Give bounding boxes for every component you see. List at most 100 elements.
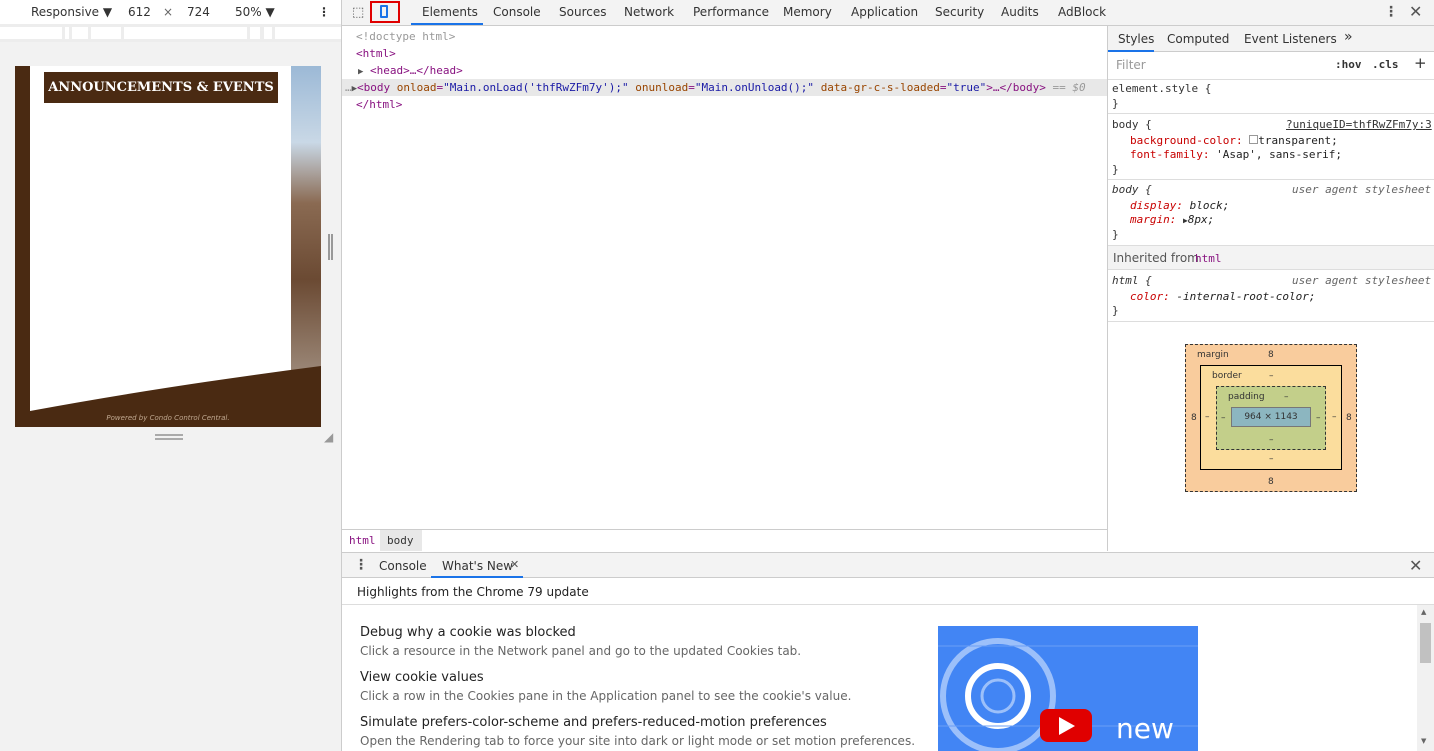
whats-new-video-thumbnail[interactable]: new	[938, 626, 1198, 751]
box-model-padding[interactable]: padding – – – – 964 × 1143	[1216, 386, 1326, 450]
tab-console[interactable]: Console	[493, 5, 541, 19]
device-toolbar: Responsive ▼ 612 × 724 50% ▼ ⋮	[0, 0, 341, 24]
building-photo	[291, 66, 321, 371]
scrollbar-thumb[interactable]	[1420, 623, 1431, 663]
scroll-up-icon[interactable]: ▲	[1421, 608, 1426, 616]
news-title-1[interactable]: Debug why a cookie was blocked	[360, 625, 576, 640]
page-preview[interactable]: ANNOUNCEMENTS & EVENTS Powered by Condo …	[15, 66, 321, 427]
close-whats-new-icon[interactable]: ✕	[510, 558, 519, 571]
row-ellipsis-icon[interactable]: …	[345, 81, 352, 94]
height-input[interactable]: 724	[177, 3, 217, 21]
font-family-decl[interactable]: font-family: 'Asap', sans-serif;	[1130, 148, 1342, 161]
drawer-tab-bar: ⋮ Console What's New ✕ ✕	[342, 552, 1434, 578]
more-tabs-icon[interactable]: »	[1344, 29, 1353, 45]
filter-input[interactable]: Filter	[1110, 55, 1324, 75]
tab-elements[interactable]: Elements	[422, 5, 478, 19]
tab-application[interactable]: Application	[851, 5, 918, 19]
inspect-element-icon[interactable]: ⬚	[352, 5, 364, 20]
html-close-node[interactable]: </html>	[356, 98, 402, 111]
tab-performance[interactable]: Performance	[693, 5, 769, 19]
customize-menu-icon[interactable]: ⋮	[1384, 4, 1398, 20]
whats-new-heading: Highlights from the Chrome 79 update	[357, 585, 589, 599]
tab-audits[interactable]: Audits	[1001, 5, 1039, 19]
tab-memory[interactable]: Memory	[783, 5, 832, 19]
scroll-down-icon[interactable]: ▼	[1421, 737, 1426, 745]
ua-html-source: user agent stylesheet	[1292, 274, 1432, 287]
media-query-ruler[interactable]	[0, 24, 341, 42]
element-style-rule[interactable]: element.style {	[1112, 82, 1211, 95]
display-decl: display: block;	[1130, 199, 1230, 212]
active-tab-indicator	[411, 23, 483, 25]
video-new-text: new	[1116, 712, 1174, 745]
bg-color-decl[interactable]: background-color: transparent;	[1130, 134, 1338, 147]
color-decl: color: -internal-root-color;	[1130, 290, 1316, 303]
ua-html-close: }	[1112, 304, 1119, 317]
filter-divider	[1108, 79, 1434, 80]
close-drawer-icon[interactable]: ✕	[1409, 556, 1422, 575]
news-title-3[interactable]: Simulate prefers-color-scheme and prefer…	[360, 715, 827, 730]
tab-sources[interactable]: Sources	[559, 5, 606, 19]
box-model-content[interactable]: 964 × 1143	[1231, 407, 1311, 427]
head-node[interactable]: ▶ <head>…</head>	[358, 64, 463, 77]
news-desc-1: Click a resource in the Network panel an…	[360, 644, 802, 658]
rule-divider-1	[1108, 113, 1434, 114]
crumb-body[interactable]: body	[387, 534, 414, 547]
breadcrumb: html body	[342, 529, 1107, 551]
expand-head-icon[interactable]: ▶	[358, 67, 363, 77]
new-rule-icon[interactable]: +	[1414, 54, 1427, 72]
elements-tree: <!doctype html> <html> ▶ <head>…</head> …	[342, 26, 1107, 529]
zoom-select[interactable]: 50% ▼	[235, 5, 275, 19]
tab-network[interactable]: Network	[624, 5, 674, 19]
ua-html-selector: html {	[1112, 274, 1152, 287]
device-icon	[380, 5, 388, 18]
play-icon	[1059, 717, 1075, 735]
cls-toggle[interactable]: .cls	[1372, 58, 1399, 71]
tab-adblock[interactable]: AdBlock	[1058, 5, 1106, 19]
drawer-scrollbar[interactable]: ▲ ▼	[1417, 605, 1434, 751]
rule-divider-3	[1108, 321, 1434, 322]
body-rule-selector[interactable]: body {	[1112, 118, 1152, 131]
times-sign: ×	[163, 5, 174, 19]
whats-new-header: Highlights from the Chrome 79 update	[342, 578, 1434, 605]
doctype-node[interactable]: <!doctype html>	[356, 30, 455, 43]
bottom-resize-handle[interactable]	[155, 434, 183, 440]
ua-body-selector: body {	[1112, 183, 1152, 196]
tab-security[interactable]: Security	[935, 5, 984, 19]
device-toolbar-toggle[interactable]	[370, 1, 400, 23]
body-rule-source-link[interactable]: ?uniqueID=thfRwZFm7y:3	[1286, 118, 1432, 131]
styles-active-indicator	[1108, 50, 1154, 52]
announcements-banner: ANNOUNCEMENTS & EVENTS	[44, 72, 278, 103]
ua-body-close: }	[1112, 228, 1119, 241]
rule-divider-2	[1108, 179, 1434, 180]
drawer-menu-icon[interactable]: ⋮	[354, 557, 368, 573]
hov-toggle[interactable]: :hov	[1335, 58, 1362, 71]
drawer-tab-whats-new[interactable]: What's New	[442, 559, 513, 573]
drawer-tab-console[interactable]: Console	[379, 559, 427, 573]
whats-new-body: Debug why a cookie was blocked Click a r…	[342, 605, 1434, 751]
corner-resize-icon[interactable]: ◢	[324, 430, 333, 444]
width-input[interactable]: 612	[118, 3, 154, 21]
more-options-icon[interactable]: ⋮	[318, 5, 330, 19]
ua-body-source: user agent stylesheet	[1292, 183, 1432, 196]
devtools-tab-bar: ⬚ Elements Console Sources Network Perfo…	[342, 0, 1434, 26]
box-model-margin[interactable]: margin 8 8 8 8 border – – – – padding – …	[1185, 344, 1357, 492]
crumb-html[interactable]: html	[349, 534, 376, 547]
news-desc-3: Open the Rendering tab to force your sit…	[360, 734, 916, 748]
html-open-node[interactable]: <html>	[356, 47, 396, 60]
styles-subtabs: Styles Computed Event Listeners »	[1108, 26, 1434, 52]
styles-pane: Styles Computed Event Listeners » Filter…	[1107, 26, 1434, 551]
play-button[interactable]	[1040, 709, 1092, 742]
right-resize-handle[interactable]	[328, 234, 333, 260]
box-model-border[interactable]: border – – – – padding – – – – 964 × 114…	[1200, 365, 1342, 470]
tab-event-listeners[interactable]: Event Listeners	[1244, 32, 1337, 46]
color-swatch-icon[interactable]	[1249, 135, 1259, 144]
tab-styles[interactable]: Styles	[1118, 32, 1154, 46]
margin-decl: margin: ▶8px;	[1130, 213, 1215, 226]
body-node[interactable]: …▶<body onload="Main.onLoad('thfRwZFm7y'…	[345, 81, 1086, 94]
tab-computed[interactable]: Computed	[1167, 32, 1229, 46]
close-devtools-icon[interactable]: ✕	[1409, 2, 1422, 21]
inherited-from-html-link[interactable]: html	[1195, 252, 1222, 265]
element-style-close: }	[1112, 97, 1119, 110]
news-title-2[interactable]: View cookie values	[360, 670, 484, 685]
device-mode-select[interactable]: Responsive ▼	[31, 5, 112, 19]
